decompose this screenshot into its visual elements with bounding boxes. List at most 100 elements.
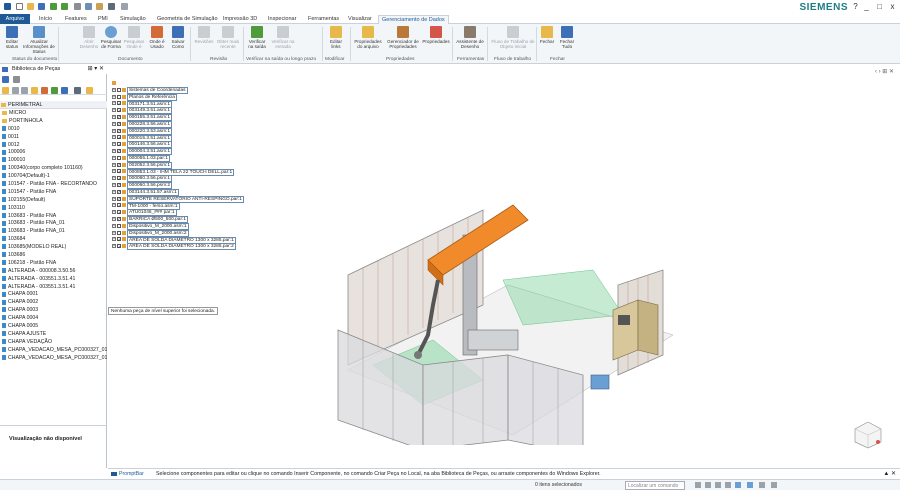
view-cube-icon[interactable]: [853, 420, 883, 450]
current-folder[interactable]: PERIMETRAL: [0, 101, 107, 109]
expand-icon[interactable]: +: [112, 169, 116, 174]
print-icon[interactable]: [108, 3, 115, 10]
expand-icon[interactable]: +: [112, 223, 116, 228]
expand-icon[interactable]: +: [112, 196, 116, 201]
update-status-button[interactable]: Atualizar Informações de Status: [23, 26, 55, 54]
visibility-checkbox[interactable]: [117, 101, 121, 108]
visibility-checkbox[interactable]: [117, 162, 121, 169]
visibility-checkbox[interactable]: [117, 94, 121, 99]
expand-icon[interactable]: +: [112, 210, 116, 215]
visibility-checkbox[interactable]: [117, 210, 121, 216]
expand-icon[interactable]: +: [112, 216, 116, 221]
search-where-button[interactable]: Pesquisar Onde é: [123, 26, 145, 49]
rotate-icon[interactable]: [725, 482, 731, 488]
library-item[interactable]: ALTERADA - 003551.3.51.41: [0, 284, 107, 292]
visibility-checkbox[interactable]: [117, 114, 121, 121]
zoom-icon[interactable]: [695, 482, 701, 488]
expand-icon[interactable]: +: [112, 148, 116, 153]
library-item[interactable]: 0010: [0, 126, 107, 134]
library-item[interactable]: 0011: [0, 134, 107, 142]
app-icon[interactable]: [4, 3, 11, 10]
undo-icon[interactable]: [50, 3, 57, 10]
filter-icon[interactable]: [41, 87, 48, 94]
visibility-checkbox[interactable]: [117, 230, 121, 235]
expand-icon[interactable]: +: [112, 189, 116, 194]
library-item[interactable]: 103683 - Pistão FNA_01: [0, 220, 107, 228]
cut-icon[interactable]: [74, 3, 81, 10]
tab-features[interactable]: Features: [62, 15, 90, 24]
new-icon[interactable]: [16, 3, 23, 10]
visibility-checkbox[interactable]: [117, 87, 121, 92]
library-item[interactable]: 103686: [0, 252, 107, 260]
tab-file[interactable]: Arquivo: [0, 14, 30, 24]
visibility-checkbox[interactable]: [117, 216, 121, 223]
visibility-checkbox[interactable]: [117, 196, 121, 203]
library-item[interactable]: 106218 - Pistão FNA: [0, 260, 107, 268]
visibility-checkbox[interactable]: [117, 121, 121, 128]
expand-icon[interactable]: +: [112, 121, 116, 126]
display-icon[interactable]: [771, 482, 777, 488]
expand-icon[interactable]: +: [112, 182, 116, 187]
library-item[interactable]: 101547 - Pistão FNA - RECORTANDO: [0, 181, 107, 189]
section-icon[interactable]: [759, 482, 765, 488]
expand-icon[interactable]: +: [112, 114, 116, 119]
library-item[interactable]: 0012: [0, 142, 107, 150]
expand-icon[interactable]: +: [112, 162, 116, 167]
up-icon[interactable]: [12, 87, 19, 94]
library-item[interactable]: 100340(corpo completo 101160): [0, 165, 107, 173]
get-latest-button[interactable]: Obter mais recente: [216, 26, 240, 49]
visibility-checkbox[interactable]: [117, 108, 121, 114]
visibility-checkbox[interactable]: [117, 203, 121, 210]
viewport-controls[interactable]: ‹ › ⊞ ✕: [875, 68, 894, 75]
expand-icon[interactable]: +: [112, 176, 116, 181]
tab-simulation-geometry[interactable]: Geometria de Simulação: [154, 15, 221, 24]
expand-icon[interactable]: +: [112, 128, 116, 133]
visibility-checkbox[interactable]: [117, 148, 121, 155]
expand-icon[interactable]: +: [112, 108, 116, 113]
tab-home[interactable]: Início: [36, 15, 55, 24]
view-orient-icon[interactable]: [735, 482, 741, 488]
search-icon[interactable]: [74, 87, 81, 94]
open-drawing-button[interactable]: Abrir Desenho: [79, 26, 99, 49]
library-item[interactable]: CHAPA_VEDACAO_MESA_PC000327_01: [0, 347, 107, 355]
check-out-button[interactable]: Verificar na saída: [246, 26, 268, 49]
expand-icon[interactable]: +: [112, 230, 116, 235]
library-tab-icon[interactable]: [2, 76, 9, 83]
expand-icon[interactable]: +: [112, 237, 116, 242]
revisions-button[interactable]: Revisões: [194, 26, 214, 44]
open-icon[interactable]: [27, 3, 34, 10]
library-item[interactable]: 103683 - Pistão FNA: [0, 213, 107, 221]
library-item[interactable]: 101547 - Pistão FNA: [0, 189, 107, 197]
library-item[interactable]: 103110: [0, 205, 107, 213]
library-item[interactable]: MICRO: [0, 110, 107, 118]
library-item[interactable]: CHAPA VEDAÇÃO: [0, 339, 107, 347]
library-item[interactable]: 103683 - Pistão FNA_01: [0, 228, 107, 236]
expand-icon[interactable]: +: [112, 244, 116, 249]
refresh-icon[interactable]: [51, 87, 58, 94]
search-shape-button[interactable]: Pesquisar de Forma: [100, 26, 122, 49]
tab-tools[interactable]: Ferramentas: [305, 15, 342, 24]
expand-icon[interactable]: +: [112, 142, 116, 147]
library-item[interactable]: 100704(Default)-1: [0, 173, 107, 181]
help-button[interactable]: ?: [851, 2, 860, 11]
options-icon[interactable]: [121, 3, 128, 10]
command-finder-input[interactable]: Localizar um comando: [625, 481, 685, 490]
visibility-checkbox[interactable]: [117, 155, 121, 160]
expand-icon[interactable]: +: [112, 94, 116, 99]
fit-icon[interactable]: [705, 482, 711, 488]
tab-simulation[interactable]: Simulação: [117, 15, 149, 24]
visibility-checkbox[interactable]: [117, 142, 121, 148]
visibility-checkbox[interactable]: [117, 128, 121, 135]
copy-icon[interactable]: [85, 3, 92, 10]
expand-icon[interactable]: +: [112, 135, 116, 140]
check-in-button[interactable]: Verificar na entrada: [270, 26, 296, 49]
minimize-button[interactable]: _: [862, 2, 871, 11]
library-item[interactable]: ALTERADA - 003551.3.51.41: [0, 276, 107, 284]
favorites-icon[interactable]: [86, 87, 93, 94]
maximize-button[interactable]: □: [875, 2, 884, 11]
prompt-controls[interactable]: ▲ ✕: [883, 470, 896, 477]
visibility-checkbox[interactable]: [117, 189, 121, 196]
layers-tab-icon[interactable]: [13, 76, 20, 83]
library-item[interactable]: 103685(MODELO REAL): [0, 244, 107, 252]
library-item[interactable]: 103684: [0, 236, 107, 244]
